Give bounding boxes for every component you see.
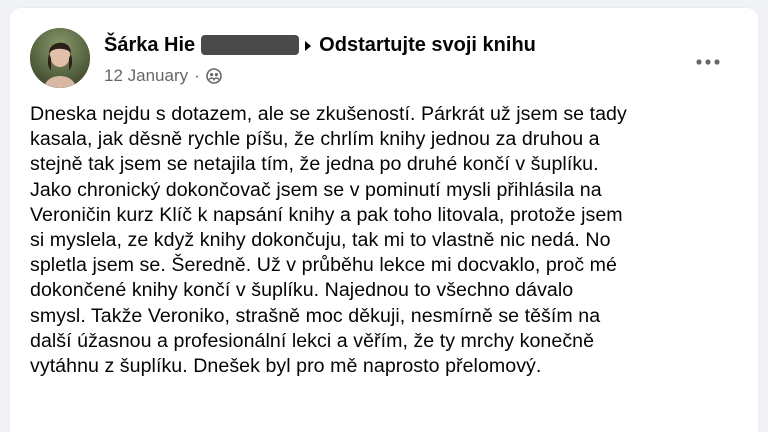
author-line: Šárka Hie Odstartujte svoji knihu <box>104 34 536 57</box>
members-icon[interactable] <box>205 68 222 84</box>
post-body-text: Dneska nejdu s dotazem, ale se zkušenost… <box>30 103 627 378</box>
author-name[interactable]: Šárka Hie <box>104 34 195 57</box>
redaction-block <box>201 34 300 55</box>
meta-separator: · <box>194 66 200 85</box>
avatar-photo <box>30 28 90 88</box>
post-card: Šárka Hie Odstartujte svoji knihu 12 Jan… <box>10 8 758 432</box>
author-avatar[interactable] <box>30 28 90 88</box>
more-options-button[interactable] <box>690 52 726 72</box>
caret-right-icon <box>305 40 312 51</box>
post-meta: 12 January · <box>104 66 222 86</box>
more-options-icon <box>696 59 720 65</box>
group-name-link[interactable]: Odstartujte svoji knihu <box>319 34 536 57</box>
post-timestamp[interactable]: 12 January <box>104 66 188 86</box>
post-header: Šárka Hie Odstartujte svoji knihu 12 Jan… <box>30 28 738 92</box>
